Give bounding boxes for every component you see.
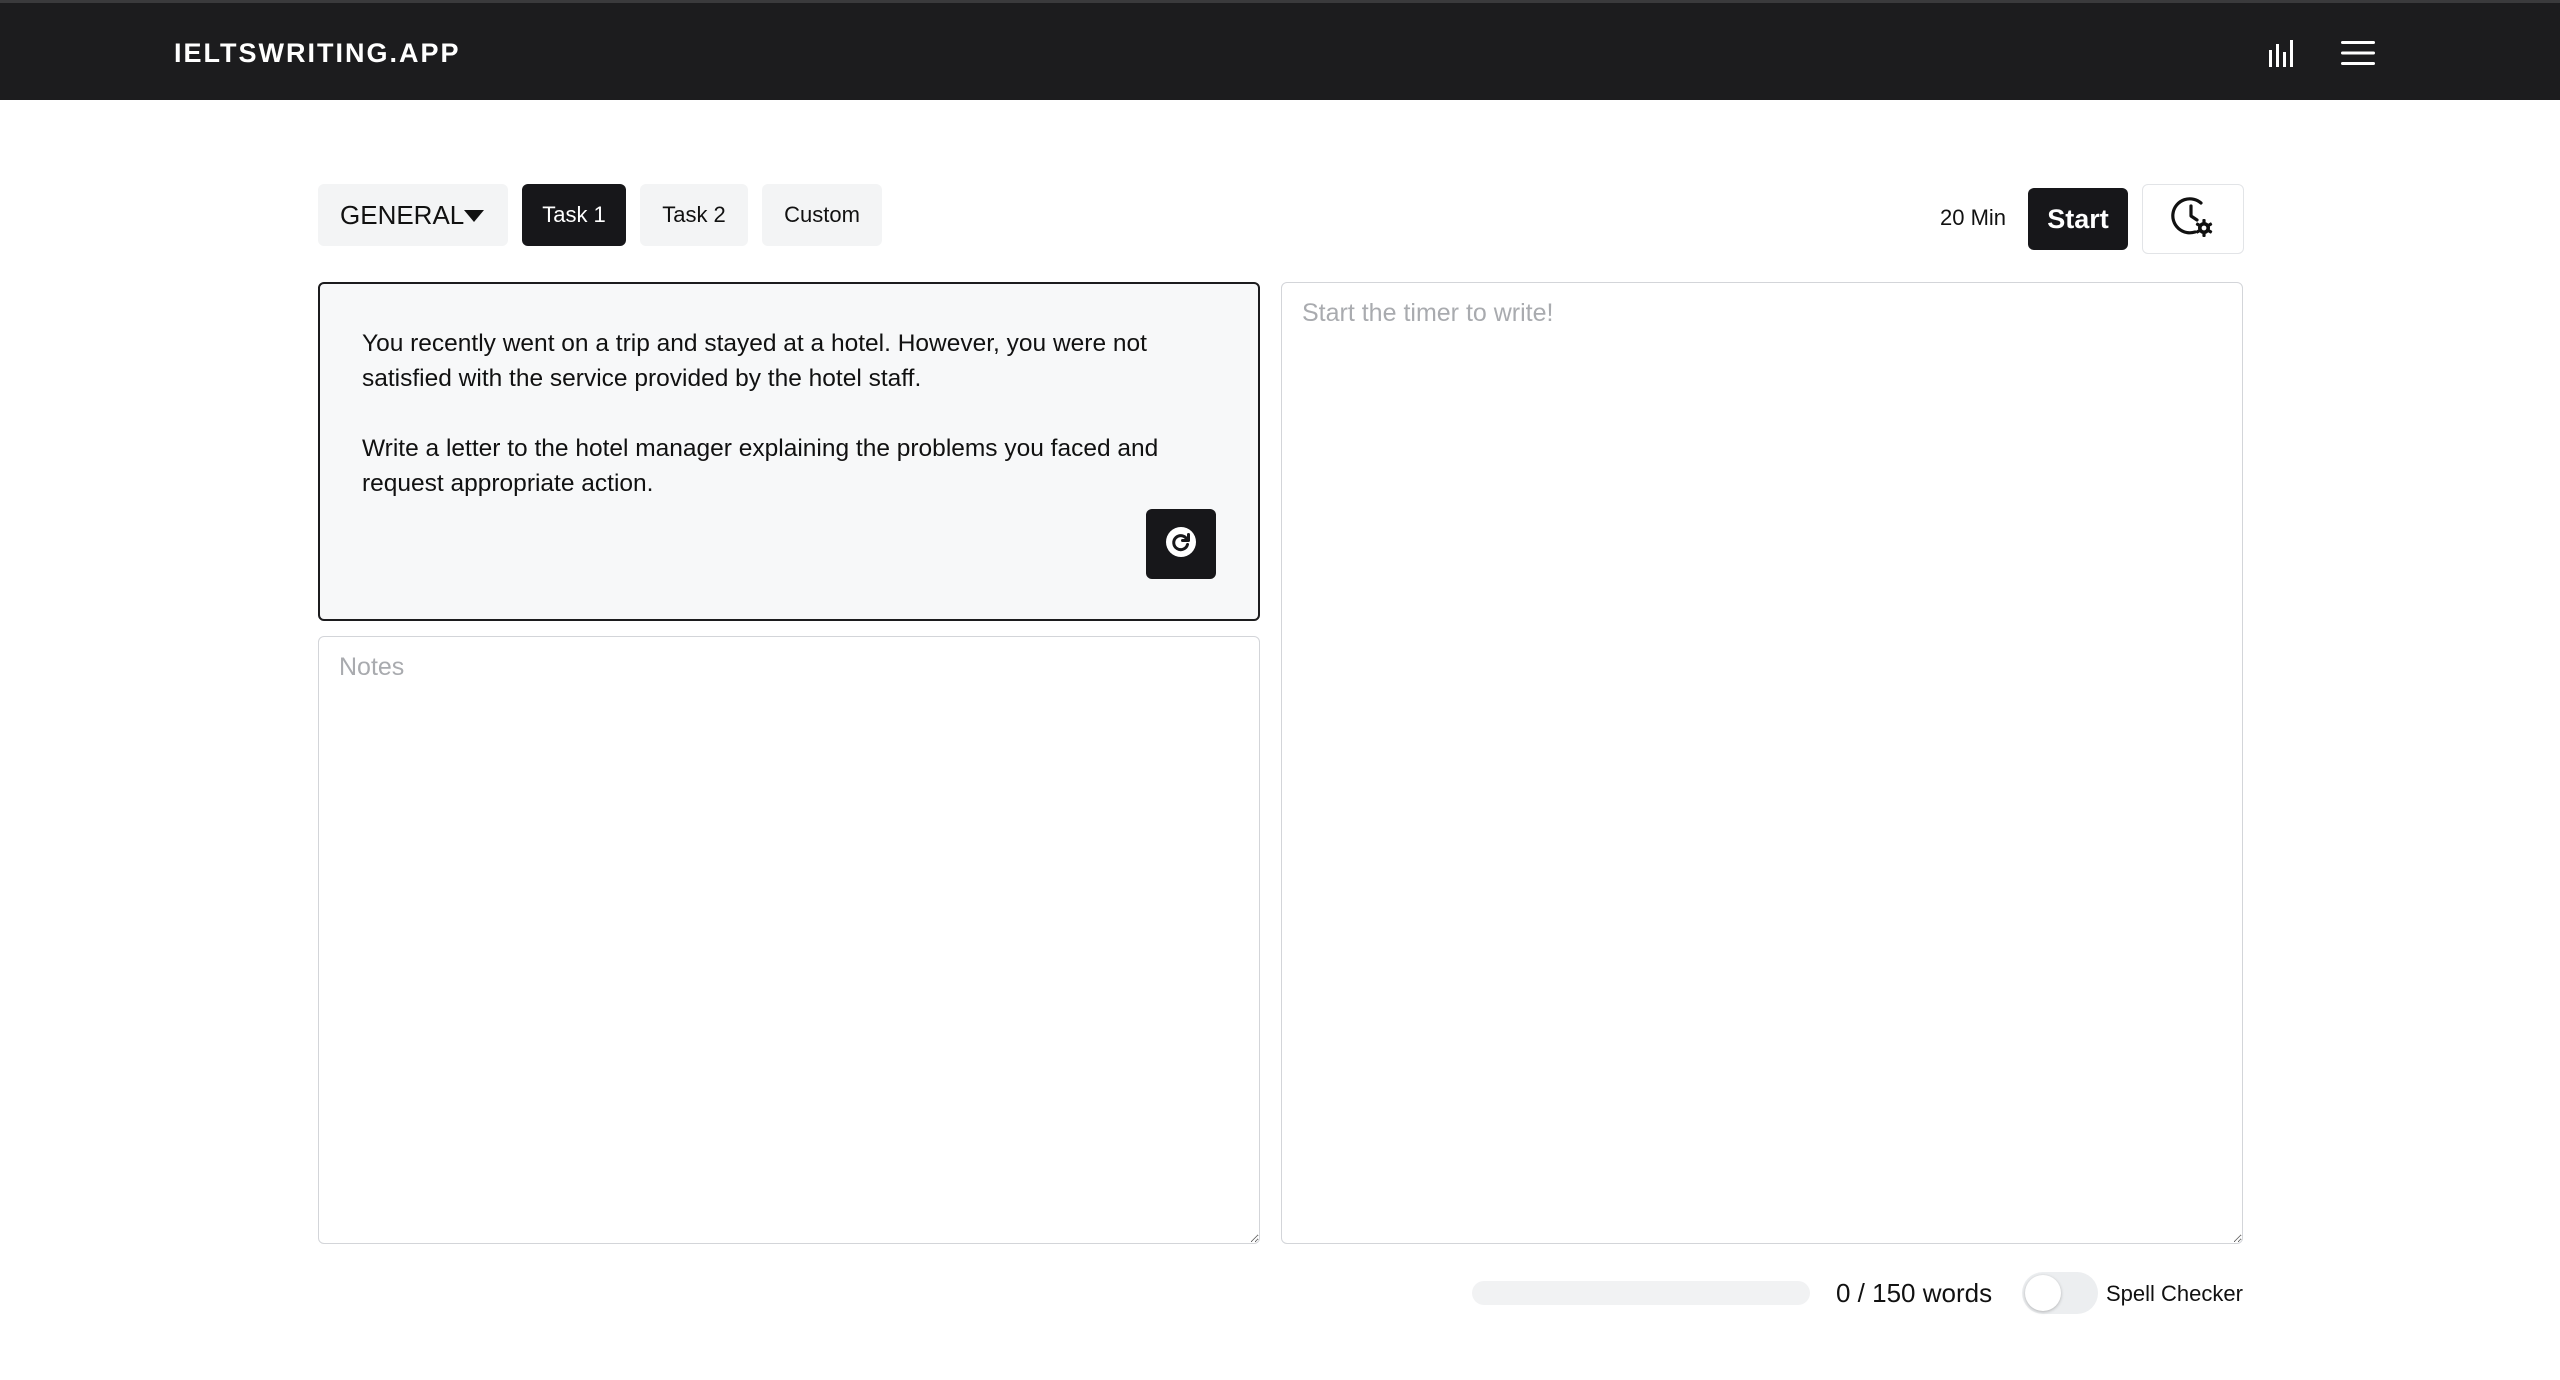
tab-task-2[interactable]: Task 2 xyxy=(640,184,748,246)
essay-textarea xyxy=(1281,282,2243,1244)
timer-settings-button[interactable] xyxy=(2142,184,2244,254)
top-navbar: IELTSWRITING.APP xyxy=(0,0,2560,100)
start-timer-button[interactable]: Start xyxy=(2028,188,2128,250)
hamburger-menu-icon[interactable] xyxy=(2338,33,2378,73)
brand-logo-link[interactable]: IELTSWRITING.APP xyxy=(174,37,461,69)
mode-select-value: GENERAL xyxy=(340,199,465,230)
mode-select-dropdown[interactable]: GENERAL xyxy=(318,184,508,246)
caret-down-icon xyxy=(464,210,484,222)
timer-duration-label: 20 Min xyxy=(1940,205,2007,230)
bar-chart-icon[interactable] xyxy=(2262,33,2302,73)
spell-checker-toggle[interactable] xyxy=(2022,1272,2098,1314)
word-count-label: 0 / 150 words xyxy=(1836,1278,1993,1308)
notes-textarea[interactable] xyxy=(318,636,1260,1244)
refresh-prompt-button[interactable] xyxy=(1146,509,1216,579)
refresh-icon xyxy=(1164,525,1198,564)
tab-custom[interactable]: Custom xyxy=(762,184,882,246)
spell-checker-label: Spell Checker xyxy=(2106,1281,2243,1306)
toggle-knob xyxy=(2025,1275,2061,1311)
prompt-paragraph: You recently went on a trip and stayed a… xyxy=(362,330,1147,392)
clock-gear-icon xyxy=(2171,195,2215,244)
word-progress-bar xyxy=(1472,1281,1810,1305)
tab-task-1[interactable]: Task 1 xyxy=(522,184,626,246)
prompt-paragraph: Write a letter to the hotel manager expl… xyxy=(362,435,1159,497)
task-prompt-card: You recently went on a trip and stayed a… xyxy=(318,282,1260,621)
